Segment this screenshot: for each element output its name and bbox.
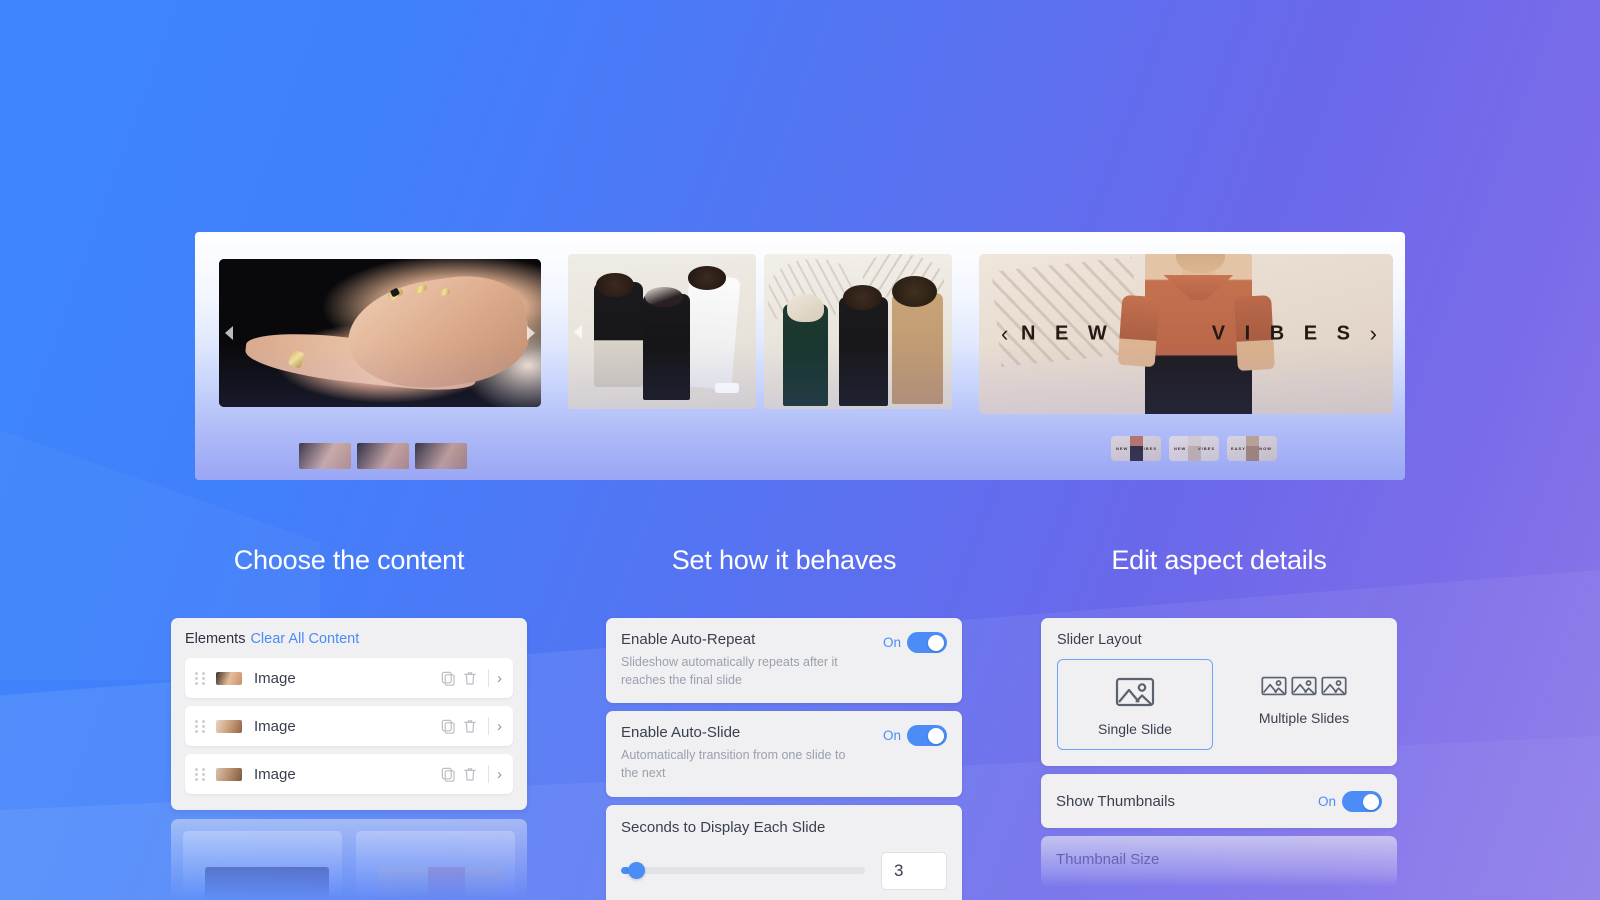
list-item-label: Image	[254, 669, 296, 687]
prev-arrow-icon[interactable]: ‹	[1001, 321, 1008, 347]
list-item-label: Image	[254, 765, 296, 783]
list-item[interactable]: Image ›	[185, 706, 513, 746]
slide-image-jewelry	[219, 259, 541, 407]
multi-image-icons	[1261, 675, 1347, 697]
copy-icon[interactable]	[440, 766, 456, 782]
column-heading: Choose the content	[233, 545, 465, 575]
layout-option-label: Single Slide	[1098, 721, 1172, 737]
element-thumbnail	[216, 767, 242, 781]
slide-image-runway-a	[568, 254, 756, 409]
show-thumbnails-card: Show Thumbnails On	[1041, 774, 1397, 828]
banner-word-left: N E W	[1021, 322, 1114, 345]
element-thumbnail	[216, 671, 242, 685]
banner-thumbnail-strip: NEW VIBES NEW VIBES EASY NOW	[1111, 436, 1393, 461]
auto-repeat-toggle[interactable]	[907, 632, 947, 653]
element-thumbnail	[216, 719, 242, 733]
image-icon	[1321, 676, 1347, 696]
toggle-label: On	[882, 635, 901, 650]
next-arrow-icon[interactable]: ›	[1370, 321, 1377, 347]
elements-panel-header: Elements Clear All Content	[185, 631, 513, 647]
seconds-input[interactable]: 3	[881, 851, 947, 890]
prev-arrow-icon[interactable]	[225, 326, 233, 340]
setting-title: Slider Layout	[1057, 632, 1142, 648]
setting-card-auto-slide: Enable Auto-Slide Automatically transiti…	[606, 711, 962, 797]
setting-description: Slideshow automatically repeats after it…	[621, 655, 838, 688]
slide-thumbnail[interactable]	[299, 443, 351, 469]
slide-thumbnail[interactable]: EASY NOW	[1227, 436, 1277, 461]
slide-image-runway-b	[764, 254, 952, 409]
setting-card-auto-repeat: Enable Auto-Repeat Slideshow automatical…	[606, 618, 962, 704]
toggle-label: On	[1317, 794, 1336, 809]
preview-card[interactable]	[183, 831, 342, 899]
slider-showcase: ‹ N E W V I B E S › NEW VIBES NEW VIBES	[195, 232, 1405, 480]
banner-word-right: V I B E S	[1211, 322, 1357, 345]
setting-description: Automatically transition from one slide …	[621, 748, 846, 781]
drag-handle-icon[interactable]	[195, 671, 205, 685]
layout-option-multiple-slides[interactable]: Multiple Slides	[1227, 659, 1381, 750]
toggle-label: On	[882, 728, 901, 744]
slide-image-new-vibes: ‹ N E W V I B E S ›	[979, 254, 1393, 414]
chevron-right-icon[interactable]: ›	[497, 670, 502, 687]
slide-thumbnail[interactable]: NEW VIBES	[1111, 436, 1161, 461]
setting-title: Enable Auto-Repeat	[621, 631, 756, 648]
column-heading: Edit aspect details	[1111, 545, 1327, 575]
setting-title: Enable Auto-Slide	[621, 724, 741, 742]
layout-option-label: Multiple Slides	[1258, 710, 1350, 726]
drag-handle-icon[interactable]	[195, 767, 205, 781]
list-item-label: Image	[254, 717, 296, 735]
column-heading: Set how it behaves	[671, 545, 897, 575]
content-preview-panel: NEW VIBES	[171, 819, 527, 899]
trash-icon[interactable]	[462, 766, 478, 782]
clear-all-content-link[interactable]: Clear All Content	[250, 631, 359, 647]
slider-layout-card: Slider Layout Single Slide Multiple Slid…	[1041, 618, 1397, 766]
setting-title: Thumbnail Size	[1056, 851, 1160, 868]
auto-slide-toggle[interactable]	[907, 725, 947, 747]
seconds-slider[interactable]	[621, 862, 865, 879]
preview-card[interactable]: NEW VIBES	[356, 831, 515, 899]
image-icon	[1261, 676, 1287, 696]
chevron-right-icon[interactable]: ›	[497, 718, 502, 735]
trash-icon[interactable]	[462, 670, 478, 686]
divider	[488, 765, 489, 783]
prev-arrow-icon[interactable]	[574, 324, 582, 339]
layout-option-single-slide[interactable]: Single Slide	[1057, 659, 1213, 750]
show-thumbnails-toggle[interactable]	[1342, 791, 1382, 812]
divider	[488, 669, 489, 687]
setting-title: Seconds to Display Each Slide	[621, 818, 826, 836]
list-item[interactable]: Image ›	[185, 658, 513, 698]
page-root: POWR Match your app with your brand styl…	[0, 0, 1600, 900]
column-choose-content: Choose the content Elements Clear All Con…	[171, 545, 527, 899]
trash-icon[interactable]	[462, 718, 478, 734]
slide-thumbnail[interactable]	[357, 443, 409, 469]
slide-thumbnail[interactable]: NEW VIBES	[1169, 436, 1219, 461]
showcase-multi-slider	[568, 254, 952, 409]
elements-title: Elements	[185, 631, 246, 647]
slide-thumbnail-strip	[299, 443, 541, 469]
setting-card-seconds: Seconds to Display Each Slide 3	[606, 804, 962, 900]
chevron-right-icon[interactable]: ›	[497, 766, 502, 783]
showcase-single-slider	[219, 259, 541, 469]
image-icon	[1115, 677, 1155, 707]
next-arrow-icon[interactable]	[527, 326, 535, 340]
list-item[interactable]: Image ›	[185, 754, 513, 794]
elements-panel: ElementsClear All Content Image › Image	[171, 618, 527, 810]
copy-icon[interactable]	[440, 718, 456, 734]
setting-title: Show Thumbnails	[1056, 792, 1175, 810]
column-aspect: Edit aspect details Slider Layout Single…	[1041, 545, 1397, 895]
image-icon	[1291, 676, 1317, 696]
drag-handle-icon[interactable]	[195, 719, 205, 733]
thumbnail-size-card: Thumbnail Size	[1041, 836, 1397, 887]
copy-icon[interactable]	[440, 670, 456, 686]
column-behavior: Set how it behaves Enable Auto-Repeat Sl…	[606, 545, 962, 900]
showcase-banner-slider: ‹ N E W V I B E S › NEW VIBES NEW VIBES	[979, 254, 1393, 461]
divider	[488, 717, 489, 735]
slide-thumbnail[interactable]	[415, 443, 467, 469]
